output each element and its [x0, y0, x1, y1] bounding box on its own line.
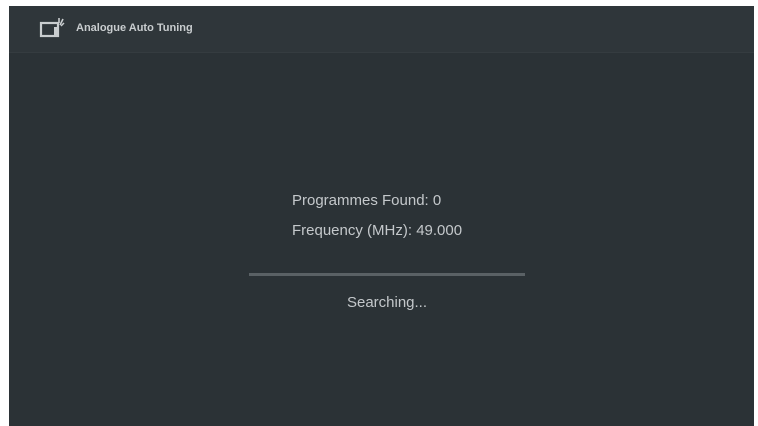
- frequency-text: Frequency (MHz): 49.000: [292, 222, 463, 239]
- page-title: Analogue Auto Tuning: [76, 22, 193, 34]
- tv-antenna-icon: [39, 17, 65, 39]
- tuning-screen: Analogue Auto Tuning Programmes Found: 0…: [9, 6, 754, 426]
- scan-status-text: Searching...: [346, 294, 428, 311]
- scan-progress-bar: [249, 273, 525, 276]
- header-bar: Analogue Auto Tuning: [9, 6, 754, 53]
- programmes-found-text: Programmes Found: 0: [292, 192, 442, 209]
